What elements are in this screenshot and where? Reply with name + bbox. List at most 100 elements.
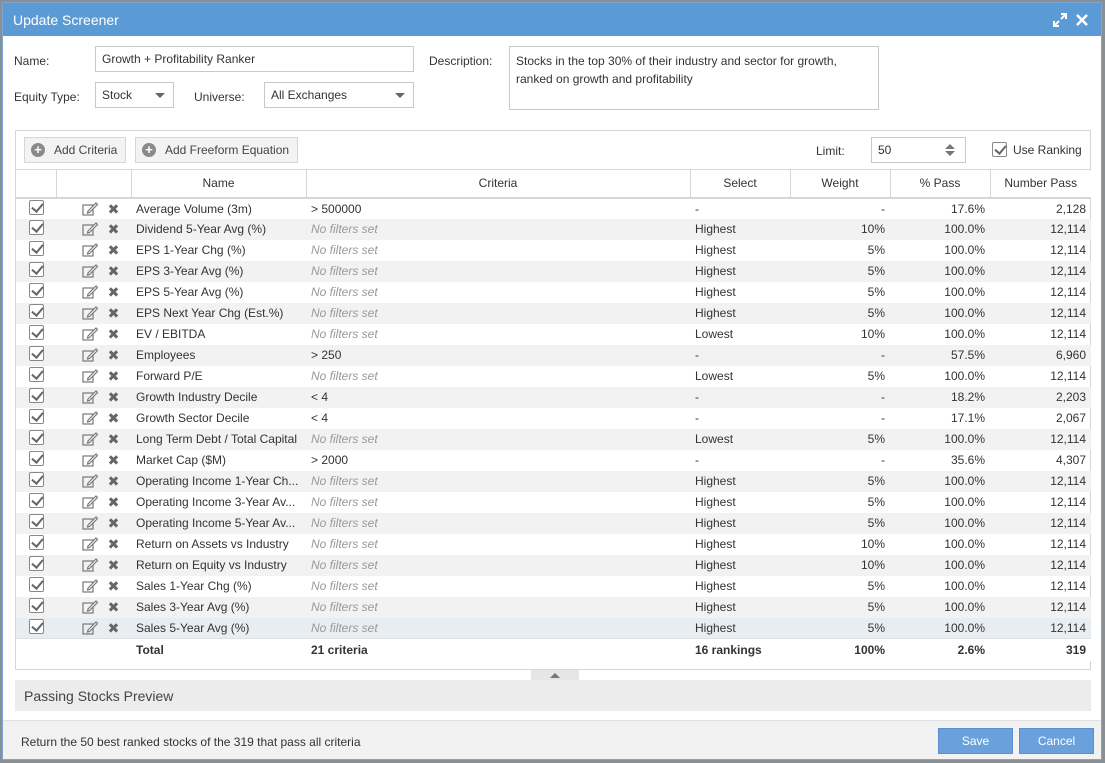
row-checkbox[interactable] (28, 388, 44, 403)
row-weight[interactable]: 10% (790, 324, 890, 345)
row-checkbox[interactable] (28, 493, 44, 508)
row-weight[interactable]: 5% (790, 260, 890, 282)
edit-icon[interactable] (82, 222, 98, 237)
row-select[interactable]: - (690, 344, 790, 366)
header-pct-pass[interactable]: % Pass (889, 169, 990, 199)
row-select[interactable]: Highest (690, 260, 790, 282)
row-criteria[interactable]: No filters set (306, 366, 690, 387)
table-row[interactable]: ✖ EV / EBITDA No filters set Lowest 10% 100.0… (16, 324, 1091, 345)
row-criteria[interactable]: No filters set (306, 617, 690, 639)
delete-icon[interactable]: ✖ (108, 432, 120, 446)
row-criteria[interactable]: No filters set (306, 576, 690, 597)
row-checkbox-cell[interactable] (16, 240, 56, 261)
row-checkbox[interactable] (28, 430, 44, 445)
row-weight[interactable]: 10% (790, 554, 890, 576)
delete-icon[interactable]: ✖ (108, 558, 120, 572)
use-ranking-toggle[interactable]: Use Ranking (992, 142, 1082, 157)
delete-icon[interactable]: ✖ (108, 264, 120, 278)
row-checkbox-cell[interactable] (16, 324, 56, 345)
table-row[interactable]: ✖ Dividend 5-Year Avg (%) No filters set Hi… (16, 218, 1091, 240)
table-row[interactable]: ✖ EPS 5-Year Avg (%) No filters set Highest… (16, 282, 1091, 303)
row-checkbox[interactable] (28, 220, 44, 235)
row-checkbox[interactable] (28, 346, 44, 361)
table-row[interactable]: ✖ Return on Equity vs Industry No filters … (16, 554, 1091, 576)
row-checkbox-cell[interactable] (16, 512, 56, 534)
row-weight[interactable]: - (790, 386, 890, 408)
delete-icon[interactable]: ✖ (108, 453, 120, 467)
row-select[interactable]: Highest (690, 534, 790, 555)
row-select[interactable]: Lowest (690, 428, 790, 450)
universe-select[interactable]: All Exchanges (264, 82, 414, 108)
table-row[interactable]: ✖ Sales 3-Year Avg (%) No filters set Highe… (16, 596, 1091, 618)
use-ranking-checkbox[interactable] (992, 142, 1007, 157)
edit-icon[interactable] (82, 600, 98, 615)
delete-icon[interactable]: ✖ (108, 411, 120, 425)
row-checkbox[interactable] (28, 283, 44, 298)
edit-icon[interactable] (82, 369, 98, 384)
delete-icon[interactable]: ✖ (108, 348, 120, 362)
table-row[interactable]: ✖ EPS 3-Year Avg (%) No filters set Highest… (16, 260, 1091, 282)
row-weight[interactable]: 5% (790, 366, 890, 387)
row-checkbox-cell[interactable] (16, 576, 56, 597)
row-weight[interactable]: 10% (790, 218, 890, 240)
row-select[interactable]: - (690, 198, 790, 219)
row-criteria[interactable]: No filters set (306, 596, 690, 618)
row-select[interactable]: Highest (690, 512, 790, 534)
row-checkbox-cell[interactable] (16, 302, 56, 324)
row-checkbox[interactable] (28, 304, 44, 319)
delete-icon[interactable]: ✖ (108, 600, 120, 614)
row-select[interactable]: - (690, 386, 790, 408)
cancel-button[interactable]: Cancel (1019, 728, 1094, 754)
row-checkbox-cell[interactable] (16, 260, 56, 282)
equity-type-select[interactable]: Stock (95, 82, 174, 108)
expand-icon[interactable] (1051, 11, 1069, 29)
save-button[interactable]: Save (938, 728, 1013, 754)
description-input[interactable]: Stocks in the top 30% of their industry … (509, 46, 879, 110)
row-checkbox-cell[interactable] (16, 554, 56, 576)
row-criteria[interactable]: No filters set (306, 218, 690, 240)
row-checkbox-cell[interactable] (16, 492, 56, 513)
row-weight[interactable]: 5% (790, 617, 890, 639)
edit-icon[interactable] (82, 558, 98, 573)
row-criteria[interactable]: No filters set (306, 492, 690, 513)
row-criteria[interactable]: > 500000 (306, 198, 690, 219)
edit-icon[interactable] (82, 453, 98, 468)
row-criteria[interactable]: No filters set (306, 534, 690, 555)
edit-icon[interactable] (82, 579, 98, 594)
row-checkbox[interactable] (28, 618, 44, 634)
row-select[interactable]: Highest (690, 617, 790, 639)
close-icon[interactable] (1073, 11, 1091, 29)
row-checkbox[interactable] (28, 367, 44, 382)
delete-icon[interactable]: ✖ (108, 516, 120, 530)
table-row[interactable]: ✖ Operating Income 1-Year Ch... No filters… (16, 470, 1091, 492)
row-checkbox[interactable] (28, 472, 44, 487)
row-checkbox-cell[interactable] (16, 282, 56, 303)
delete-icon[interactable]: ✖ (108, 222, 120, 236)
row-select[interactable]: Highest (690, 554, 790, 576)
row-weight[interactable]: - (790, 450, 890, 471)
row-criteria[interactable]: No filters set (306, 240, 690, 261)
row-checkbox[interactable] (28, 409, 44, 424)
table-row[interactable]: ✖ EPS 1-Year Chg (%) No filters set Highest… (16, 240, 1091, 261)
table-row[interactable]: ✖ Return on Assets vs Industry No filters … (16, 534, 1091, 555)
row-checkbox[interactable] (28, 199, 44, 215)
delete-icon[interactable]: ✖ (108, 243, 120, 257)
row-criteria[interactable]: > 2000 (306, 450, 690, 471)
row-checkbox[interactable] (28, 598, 44, 613)
row-checkbox[interactable] (28, 577, 44, 592)
row-weight[interactable]: 5% (790, 596, 890, 618)
header-select[interactable]: Select (689, 169, 790, 199)
row-checkbox-cell[interactable] (16, 218, 56, 240)
table-row[interactable]: ✖ Growth Industry Decile < 4- -18.2% 2,203 (16, 386, 1091, 408)
row-checkbox[interactable] (28, 556, 44, 571)
row-criteria[interactable]: No filters set (306, 260, 690, 282)
edit-icon[interactable] (82, 285, 98, 300)
table-row[interactable]: ✖ Forward P/E No filters set Lowest 5% 100.0%… (16, 366, 1091, 387)
limit-input[interactable]: 50 (871, 137, 966, 163)
table-row[interactable]: ✖ Employees > 250- -57.5% 6,960 (16, 344, 1091, 366)
edit-icon[interactable] (82, 348, 98, 363)
row-weight[interactable]: - (790, 344, 890, 366)
delete-icon[interactable]: ✖ (108, 579, 120, 593)
row-select[interactable]: Highest (690, 576, 790, 597)
collapse-handle[interactable] (531, 670, 579, 680)
